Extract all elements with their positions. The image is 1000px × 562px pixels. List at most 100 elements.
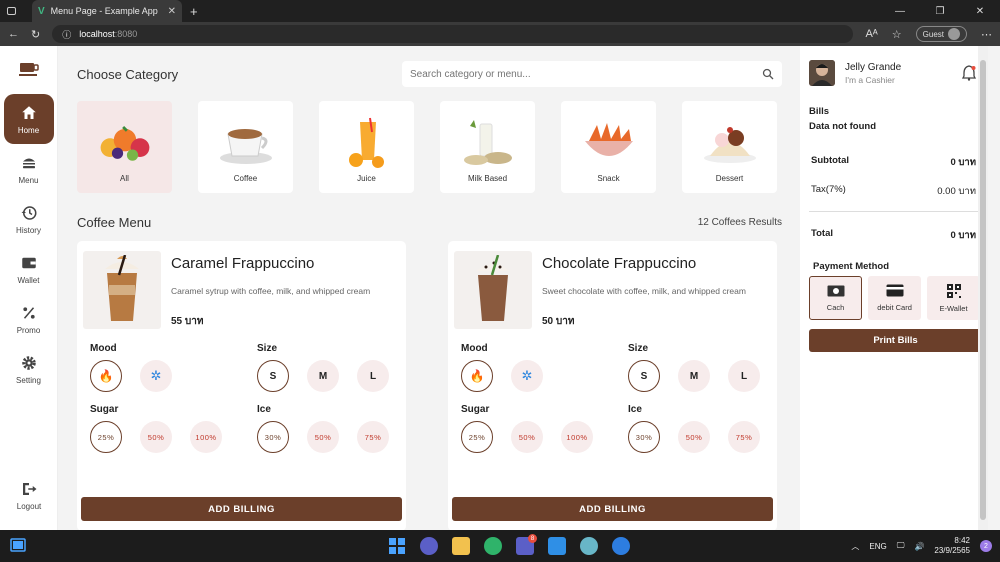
teams-badge: 8 <box>528 534 537 543</box>
file-explorer-icon[interactable] <box>452 537 470 555</box>
teams-icon[interactable]: 8 <box>516 534 537 555</box>
bell-icon[interactable] <box>962 65 976 81</box>
ice-option-30[interactable]: 30% <box>257 421 289 453</box>
payment-debit-card-option[interactable]: debit Card <box>868 276 922 320</box>
product-name: Caramel Frappuccino <box>171 255 315 272</box>
mood-cold-option[interactable]: ✲ <box>511 360 543 392</box>
total-value: 0 บาท <box>950 230 976 241</box>
sugar-option-25[interactable]: 25% <box>90 421 122 453</box>
user-role: I'm a Cashier <box>845 74 895 85</box>
network-icon[interactable]: 🖵 <box>897 541 905 551</box>
address-field[interactable]: ⓘ localhost:8080 <box>52 25 854 43</box>
clock-time: 8:42 <box>954 536 970 545</box>
size-option-l[interactable]: L <box>728 360 760 392</box>
payment-e-wallet-option[interactable]: E-Wallet <box>927 276 980 320</box>
category-label: All <box>120 174 129 183</box>
logout-button[interactable]: Logout <box>4 470 54 520</box>
sidebar-item-home[interactable]: Home <box>3 94 54 144</box>
sidebar-item-setting[interactable]: Setting <box>4 344 54 394</box>
add-billing-button[interactable]: ADD BILLING <box>452 497 773 521</box>
category-label: Juice <box>357 174 376 183</box>
new-tab-icon[interactable]: + <box>190 4 198 19</box>
chevron-up-icon[interactable]: ︿ <box>851 541 859 552</box>
sidebar-item-promo[interactable]: Promo <box>4 294 54 344</box>
ice-option-75[interactable]: 75% <box>728 421 760 453</box>
payment-cash-option[interactable]: Cach <box>809 276 863 320</box>
clock[interactable]: 8:42 23/9/2565 <box>934 536 970 556</box>
back-icon[interactable]: ← <box>8 28 19 40</box>
size-option-m[interactable]: M <box>678 360 710 392</box>
sidebar-item-history[interactable]: History <box>4 194 54 244</box>
print-bills-button[interactable]: Print Bills <box>809 329 982 352</box>
category-juice[interactable]: Juice <box>319 101 414 193</box>
start-icon[interactable] <box>388 537 406 555</box>
product-name: Chocolate Frappuccino <box>542 255 697 272</box>
sugar-option-25[interactable]: 25% <box>461 421 493 453</box>
product-price: 55 บาท <box>171 316 204 327</box>
sugar-option-100[interactable]: 100% <box>561 421 593 453</box>
category-milk-based[interactable]: Milk Based <box>440 101 535 193</box>
payment-method-list: Cach debit Card E-Wallet <box>809 276 980 320</box>
scrollbar[interactable] <box>978 46 988 530</box>
address-host: localhost <box>79 29 115 39</box>
sugar-option-100[interactable]: 100% <box>190 421 222 453</box>
guest-profile-button[interactable]: Guest <box>915 26 967 42</box>
subtotal-label: Subtotal <box>811 155 849 166</box>
subtotal-row: Subtotal 0 บาท <box>809 155 980 170</box>
favorites-icon[interactable]: ☆ <box>892 28 902 41</box>
language-indicator[interactable]: ENG <box>869 542 886 551</box>
more-options-icon[interactable]: ⋯ <box>981 28 992 41</box>
size-option-l[interactable]: L <box>357 360 389 392</box>
read-aloud-icon[interactable]: Aᴬ <box>865 28 877 40</box>
sidebar-item-wallet[interactable]: Wallet <box>4 244 54 294</box>
category-all[interactable]: All <box>77 101 172 193</box>
category-snack[interactable]: Snack <box>561 101 656 193</box>
notification-badge[interactable]: 2 <box>980 540 992 552</box>
volume-icon[interactable]: 🔊 <box>914 542 924 551</box>
scrollbar-thumb[interactable] <box>980 60 986 520</box>
category-list: All Coffee Juice Milk Based Snack Desser… <box>77 101 782 193</box>
edge-beta-icon[interactable] <box>580 537 598 555</box>
size-option-m[interactable]: M <box>307 360 339 392</box>
sugar-label: Sugar <box>461 404 490 415</box>
sugar-option-50[interactable]: 50% <box>140 421 172 453</box>
add-billing-button[interactable]: ADD BILLING <box>81 497 402 521</box>
vscode-icon[interactable] <box>548 537 566 555</box>
ice-option-75[interactable]: 75% <box>357 421 389 453</box>
sidebar-item-menu[interactable]: Menu <box>4 144 54 194</box>
mood-hot-option[interactable]: 🔥 <box>461 360 493 392</box>
ice-option-50[interactable]: 50% <box>678 421 710 453</box>
maximize-icon[interactable]: ❐ <box>920 0 960 22</box>
ice-option-50[interactable]: 50% <box>307 421 339 453</box>
ice-option-30[interactable]: 30% <box>628 421 660 453</box>
browser-tab[interactable]: V Menu Page - Example App ✕ <box>32 0 182 22</box>
widgets-icon[interactable] <box>10 538 26 554</box>
search-icon[interactable] <box>762 68 774 80</box>
bills-empty-message: Data not found <box>809 121 877 132</box>
edge-dev-icon[interactable] <box>484 537 502 555</box>
search-box[interactable] <box>402 61 782 87</box>
category-dessert[interactable]: Dessert <box>682 101 777 193</box>
mood-hot-option[interactable]: 🔥 <box>90 360 122 392</box>
category-label: Milk Based <box>467 174 508 183</box>
search-input[interactable] <box>410 68 730 80</box>
window-menu-icon[interactable] <box>0 7 22 15</box>
category-label: Snack <box>597 174 620 183</box>
size-option-s[interactable]: S <box>628 360 660 392</box>
window-close-icon[interactable]: ✕ <box>960 0 1000 22</box>
guest-label: Guest <box>922 29 944 39</box>
size-option-s[interactable]: S <box>257 360 289 392</box>
reload-icon[interactable]: ↻ <box>31 28 40 41</box>
sugar-option-50[interactable]: 50% <box>511 421 543 453</box>
category-coffee[interactable]: Coffee <box>198 101 293 193</box>
vue-logo-icon: V <box>38 5 45 17</box>
chat-icon[interactable] <box>420 537 438 555</box>
minimize-icon[interactable]: — <box>880 0 920 22</box>
sidebar: Home Menu History Wallet Promo Setting L… <box>0 46 58 530</box>
edge-icon[interactable] <box>612 537 630 555</box>
tab-close-icon[interactable]: ✕ <box>168 6 176 17</box>
mood-cold-option[interactable]: ✲ <box>140 360 172 392</box>
payment-label: E-Wallet <box>939 303 968 313</box>
snowflake-icon: ✲ <box>521 368 533 383</box>
credit-card-icon <box>886 284 904 297</box>
